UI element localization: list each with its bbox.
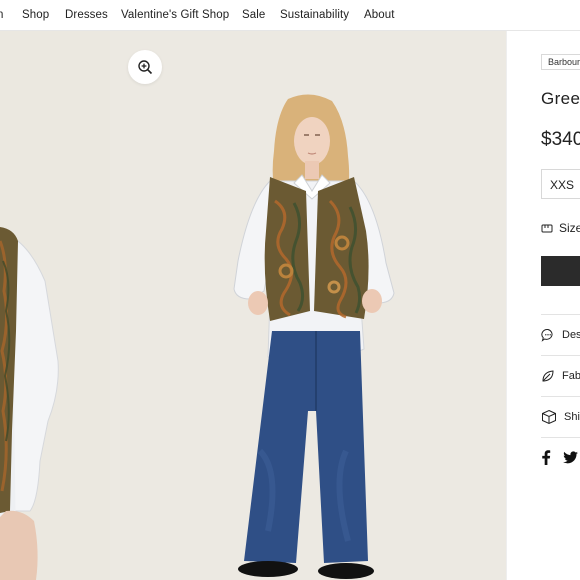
gallery-image-main[interactable] <box>110 31 506 580</box>
accordion-description[interactable]: Des <box>541 314 580 355</box>
twitter-icon[interactable] <box>563 451 578 464</box>
accordion-shipping-label: Shi <box>564 411 580 423</box>
size-guide-link[interactable]: Size <box>541 220 580 236</box>
product-info-panel: Barbour Gree $340 XXS Size Des Fab Sh <box>506 31 580 580</box>
chat-bubble-icon <box>541 328 553 342</box>
nav-item-sustainability[interactable]: Sustainability <box>280 9 349 21</box>
product-gallery[interactable] <box>0 31 506 580</box>
brand-tag[interactable]: Barbour <box>541 54 580 70</box>
accordion-fabric-label: Fab <box>562 370 580 382</box>
nav-item-valentines-gift-shop[interactable]: Valentine's Gift Shop <box>121 9 229 21</box>
accordion-shipping[interactable]: Shi <box>541 396 580 437</box>
facebook-icon[interactable] <box>541 450 551 465</box>
accordion-description-label: Des <box>562 329 580 341</box>
leaf-icon <box>542 370 554 382</box>
model-figure <box>233 94 395 579</box>
box-icon <box>542 409 556 425</box>
nav-item-sale[interactable]: Sale <box>242 9 265 21</box>
zoom-button[interactable] <box>128 50 162 84</box>
divider <box>541 437 580 438</box>
nav-item-shop[interactable]: Shop <box>22 9 49 21</box>
social-share <box>541 450 578 465</box>
nav-item-about[interactable]: About <box>364 9 395 21</box>
top-nav: n Shop Dresses Valentine's Gift Shop Sal… <box>0 0 580 31</box>
product-price: $340 <box>541 129 580 150</box>
model-figure-cropped <box>0 227 59 580</box>
accordion-fabric[interactable]: Fab <box>541 355 580 396</box>
size-guide-label: Size <box>559 221 580 235</box>
nav-item-dresses[interactable]: Dresses <box>65 9 108 21</box>
gallery-image-previous[interactable] <box>0 31 110 580</box>
ruler-icon <box>541 224 553 233</box>
size-select[interactable]: XXS <box>541 169 580 199</box>
zoom-in-icon <box>138 60 153 75</box>
size-select-value: XXS <box>550 178 575 192</box>
nav-item-cut[interactable]: n <box>0 9 4 21</box>
product-title: Gree <box>541 89 580 108</box>
add-to-cart-button[interactable] <box>541 256 580 286</box>
